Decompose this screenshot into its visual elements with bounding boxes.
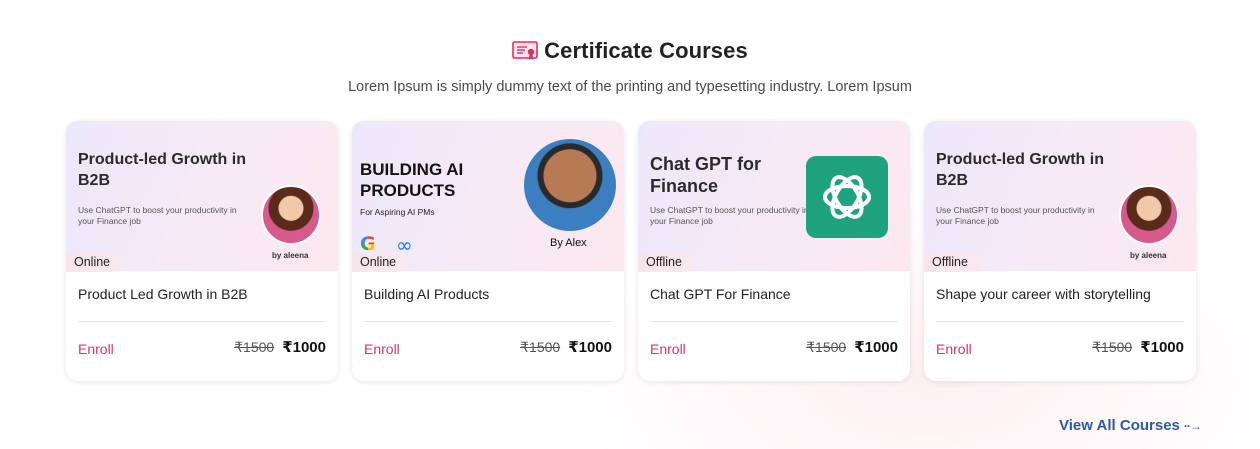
mode-badge: Online	[66, 253, 129, 272]
instructor-name: By Alex	[550, 237, 587, 249]
original-price: ₹1500	[806, 339, 847, 355]
page-title: Certificate Courses	[544, 38, 748, 63]
course-banner: Product-led Growth in B2B Use ChatGPT to…	[924, 121, 1196, 272]
original-price: ₹1500	[234, 339, 275, 355]
banner-description: For Aspiring AI PMs	[360, 207, 435, 217]
banner-description: Use ChatGPT to boost your productivity i…	[78, 205, 237, 226]
course-card-chatgpt-finance[interactable]: Chat GPT for Finance Use ChatGPT to boos…	[638, 121, 910, 381]
discounted-price: ₹1000	[1140, 339, 1184, 356]
enroll-button[interactable]: Enroll	[936, 341, 972, 357]
course-card-building-ai-products[interactable]: BUILDING AI PRODUCTS For Aspiring AI PMs…	[352, 121, 624, 381]
mode-badge: Offline	[638, 253, 700, 272]
course-banner: Chat GPT for Finance Use ChatGPT to boos…	[638, 121, 910, 272]
instructor-avatar	[524, 139, 616, 231]
divider	[650, 321, 898, 322]
original-price: ₹1500	[520, 339, 561, 355]
mode-badge: Offline	[924, 253, 986, 272]
course-card-storytelling[interactable]: Product-led Growth in B2B Use ChatGPT to…	[924, 121, 1196, 381]
enroll-button[interactable]: Enroll	[364, 341, 400, 357]
banner-title: BUILDING AI PRODUCTS	[360, 159, 520, 201]
dotted-arrow-right-icon: ··→	[1183, 418, 1202, 433]
instructor-name: by aleena	[1130, 251, 1167, 260]
view-all-label: View All Courses	[1059, 417, 1180, 434]
price-group: ₹1500 ₹1000	[234, 338, 326, 356]
course-name[interactable]: Building AI Products	[364, 286, 489, 302]
section-header: Certificate Courses Lorem Ipsum is simpl…	[0, 38, 1260, 95]
banner-title: Product-led Growth in B2B	[936, 151, 1104, 189]
banner-title: Product-led Growth in B2B	[78, 151, 246, 189]
price-group: ₹1500 ₹1000	[806, 338, 898, 356]
certificate-icon	[512, 41, 538, 60]
course-card-product-led-growth[interactable]: Product-led Growth in B2B Use ChatGPT to…	[66, 121, 338, 381]
divider	[364, 321, 612, 322]
banner-title: Chat GPT for Finance	[650, 154, 761, 196]
divider	[78, 321, 326, 322]
page-subtitle: Lorem Ipsum is simply dummy text of the …	[348, 79, 912, 95]
enroll-button[interactable]: Enroll	[78, 341, 114, 357]
mode-badge: Online	[352, 253, 415, 272]
chatgpt-logo-icon	[806, 156, 888, 238]
title-row: Certificate Courses	[512, 38, 748, 64]
enroll-button[interactable]: Enroll	[650, 341, 686, 357]
banner-description: Use ChatGPT to boost your productivity i…	[936, 205, 1095, 226]
google-logo-icon: G	[360, 233, 376, 255]
course-banner: Product-led Growth in B2B Use ChatGPT to…	[66, 121, 338, 272]
openai-knot-icon	[823, 175, 871, 219]
instructor-avatar	[261, 185, 321, 245]
course-name[interactable]: Shape your career with storytelling	[936, 286, 1151, 302]
instructor-avatar	[1119, 185, 1179, 245]
original-price: ₹1500	[1092, 339, 1133, 355]
view-all-courses-link[interactable]: View All Courses ··→	[1059, 417, 1202, 434]
discounted-price: ₹1000	[568, 339, 612, 356]
discounted-price: ₹1000	[854, 339, 898, 356]
course-name[interactable]: Chat GPT For Finance	[650, 286, 791, 302]
instructor-name: by aleena	[272, 251, 309, 260]
course-name[interactable]: Product Led Growth in B2B	[78, 286, 248, 302]
divider	[936, 321, 1184, 322]
price-group: ₹1500 ₹1000	[1092, 338, 1184, 356]
banner-title-text: BUILDING AI PRODUCTS	[360, 160, 464, 200]
course-banner: BUILDING AI PRODUCTS For Aspiring AI PMs…	[352, 121, 624, 272]
banner-description: Use ChatGPT to boost your productivity i…	[650, 205, 809, 226]
price-group: ₹1500 ₹1000	[520, 338, 612, 356]
course-card-list: Product-led Growth in B2B Use ChatGPT to…	[66, 121, 1196, 381]
discounted-price: ₹1000	[282, 339, 326, 356]
